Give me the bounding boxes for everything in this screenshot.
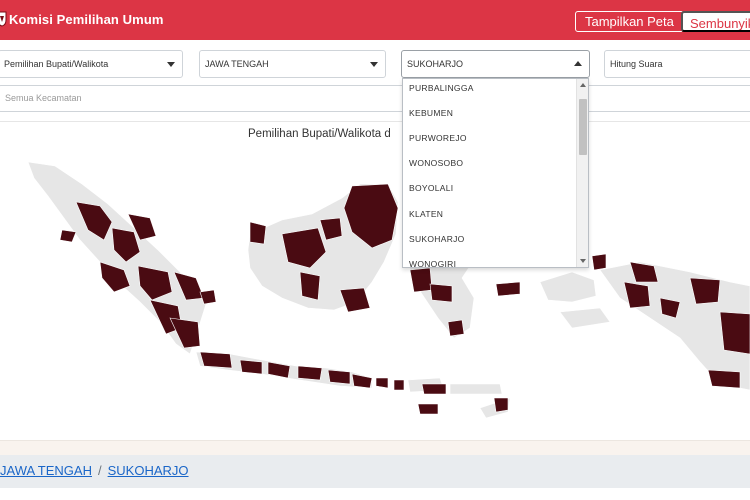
filter-bar: Pemilihan Bupati/Walikota JAWA TENGAH SU… (0, 40, 750, 122)
chevron-down-icon (167, 62, 175, 67)
papua-highlight (707, 369, 741, 389)
java-highlight (199, 351, 233, 369)
kpu-logo-icon (0, 11, 7, 27)
district-placeholder: Semua Kecamatan (5, 93, 82, 103)
scroll-down-icon[interactable] (580, 259, 586, 263)
flores-island (449, 383, 503, 395)
breadcrumb: JAWA TENGAH / SUKOHARJO (0, 455, 750, 488)
show-map-button[interactable]: Tampilkan Peta (575, 11, 684, 32)
dropdown-scrollbar[interactable] (576, 79, 588, 267)
dropdown-option[interactable]: WONOSOBO (409, 158, 463, 168)
chevron-up-icon (574, 61, 582, 66)
sumba-island (417, 403, 439, 415)
lombok-island (393, 379, 405, 391)
kalimantan-highlight (339, 287, 371, 313)
java-highlight (297, 365, 323, 381)
kalimantan-highlight (299, 271, 321, 301)
java-highlight (351, 373, 373, 389)
sulawesi-highlight (447, 319, 465, 337)
kalimantan-highlight (249, 221, 267, 245)
papua-highlight (623, 281, 651, 309)
brand-title[interactable]: Komisi Pemilihan Umum (9, 12, 164, 27)
count-type-value: Hitung Suara (610, 59, 663, 69)
count-type-select[interactable]: Hitung Suara (604, 50, 750, 78)
java-highlight (239, 359, 263, 375)
sumatra-highlight (59, 229, 77, 243)
sulawesi-highlight (429, 283, 453, 303)
chevron-down-icon (370, 62, 378, 67)
dropdown-option[interactable]: SUKOHARJO (409, 234, 465, 244)
maluku-highlight (591, 253, 607, 271)
scrollbar-thumb[interactable] (579, 99, 587, 155)
scroll-up-icon[interactable] (580, 83, 586, 87)
dropdown-option[interactable]: WONOGIRI (409, 259, 456, 267)
dropdown-option[interactable]: PURBALINGGA (409, 83, 474, 93)
bali-island (375, 377, 389, 389)
election-type-value: Pemilihan Bupati/Walikota (4, 59, 109, 69)
timor-highlight (493, 397, 509, 413)
map-panel: Pemilihan Bupati/Walikota d (0, 122, 750, 440)
regency-dropdown-list: PURBALINGGA KEBUMEN PURWOREJO WONOSOBO B… (402, 78, 589, 268)
dropdown-option[interactable]: KLATEN (409, 209, 443, 219)
regency-value: SUKOHARJO (407, 59, 464, 69)
dropdown-option[interactable]: KEBUMEN (409, 108, 453, 118)
sulawesi-highlight (495, 281, 521, 297)
maluku-region-south (559, 307, 611, 329)
dropdown-option[interactable]: PURWOREJO (409, 133, 467, 143)
breadcrumb-separator: / (97, 463, 102, 478)
papua-highlight (719, 311, 750, 355)
top-navbar: Komisi Pemilihan Umum Tampilkan Peta Sem… (0, 0, 750, 40)
breadcrumb-province-link[interactable]: JAWA TENGAH (0, 463, 92, 478)
sulawesi-highlight (409, 267, 433, 293)
regency-select[interactable]: SUKOHARJO (401, 50, 590, 78)
election-type-select[interactable]: Pemilihan Bupati/Walikota (0, 50, 183, 78)
province-value: JAWA TENGAH (205, 59, 269, 69)
indonesia-map[interactable] (0, 122, 750, 440)
province-select[interactable]: JAWA TENGAH (199, 50, 386, 78)
district-select[interactable]: Semua Kecamatan (0, 85, 750, 112)
breadcrumb-regency-link[interactable]: SUKOHARJO (108, 463, 189, 478)
java-highlight (327, 369, 351, 385)
maluku-region (539, 271, 597, 303)
page-bottom (0, 488, 750, 500)
footer-strip (0, 440, 750, 455)
hide-button[interactable]: Sembunyikan (681, 11, 750, 32)
sumbawa-highlight (421, 383, 447, 395)
dropdown-option[interactable]: BOYOLALI (409, 183, 453, 193)
